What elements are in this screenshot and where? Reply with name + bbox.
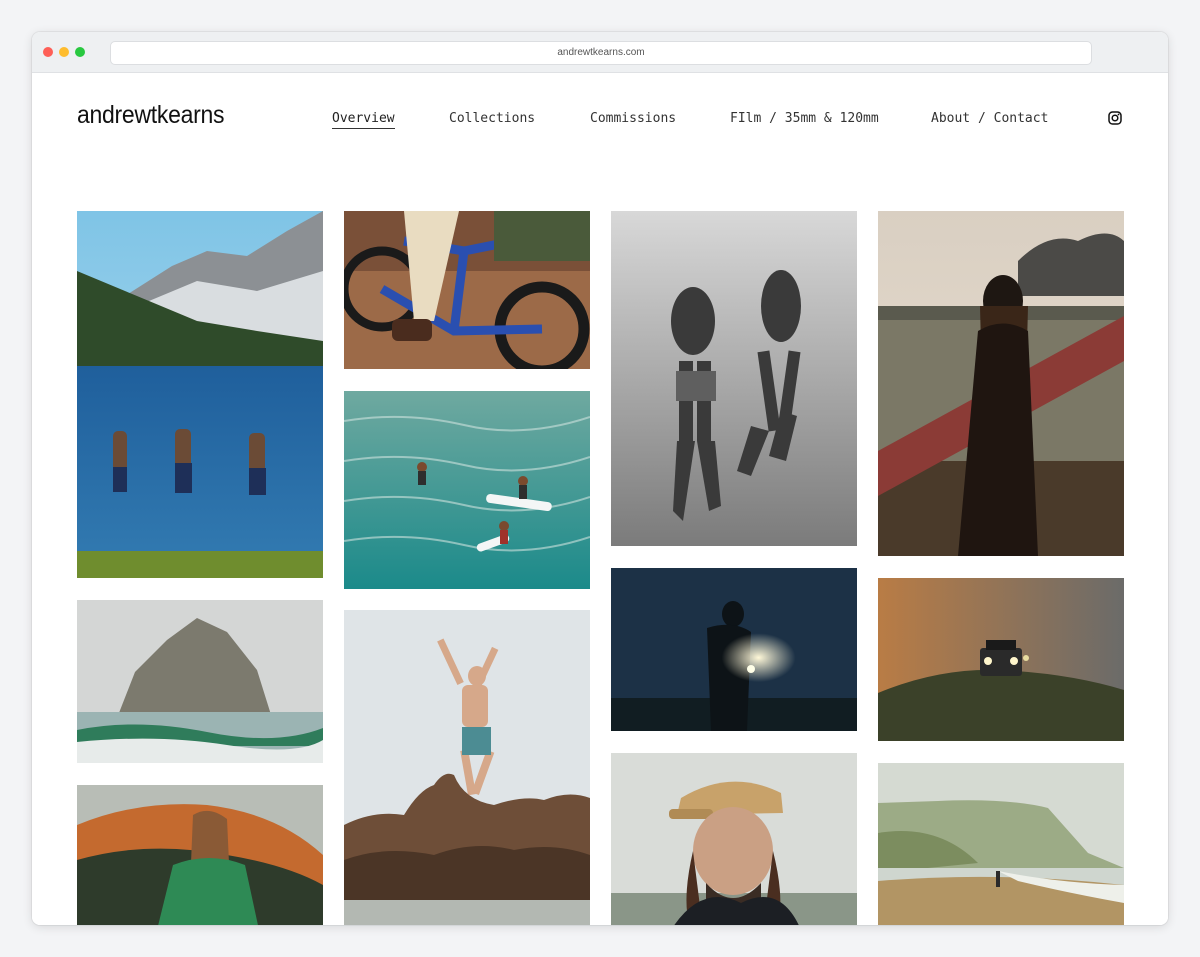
maximize-window-button[interactable] [75,47,85,57]
photo-mountain-lake-swimmers[interactable] [77,211,323,578]
instagram-icon[interactable] [1108,111,1122,125]
photo-electric-bike[interactable] [344,211,590,369]
photo-sea-stack-surf[interactable] [77,600,323,763]
nav-about-contact[interactable]: About / Contact [931,111,1048,128]
nav-collections[interactable]: Collections [449,111,535,128]
photo-man-jumping-rocks[interactable] [344,610,590,925]
nav-overview[interactable]: Overview [332,111,395,129]
minimize-window-button[interactable] [59,47,69,57]
website: andrewtkearns Overview Collections Commi… [32,73,1168,925]
nav-film[interactable]: FIlm / 35mm & 120mm [730,111,879,128]
photo-man-cap-portrait[interactable] [611,753,857,925]
browser-window: andrewtkearns.com andrewtkearns Overview… [32,32,1168,925]
photo-woman-surfboard-sunset[interactable] [878,211,1124,556]
photo-surfers-turquoise-water[interactable] [344,391,590,589]
photo-truck-headlights-fog[interactable] [878,578,1124,741]
nav-commissions[interactable]: Commissions [590,111,676,128]
photo-underwater-bw-divers[interactable] [611,211,857,546]
site-logo[interactable]: andrewtkearns [77,101,225,130]
close-window-button[interactable] [43,47,53,57]
browser-titlebar: andrewtkearns.com [32,32,1168,73]
address-bar[interactable]: andrewtkearns.com [110,41,1092,65]
photo-silhouette-headlamp-night[interactable] [611,568,857,731]
photo-beach-cliff-mist[interactable] [878,763,1124,925]
photo-woman-green-jacket[interactable] [77,785,323,925]
